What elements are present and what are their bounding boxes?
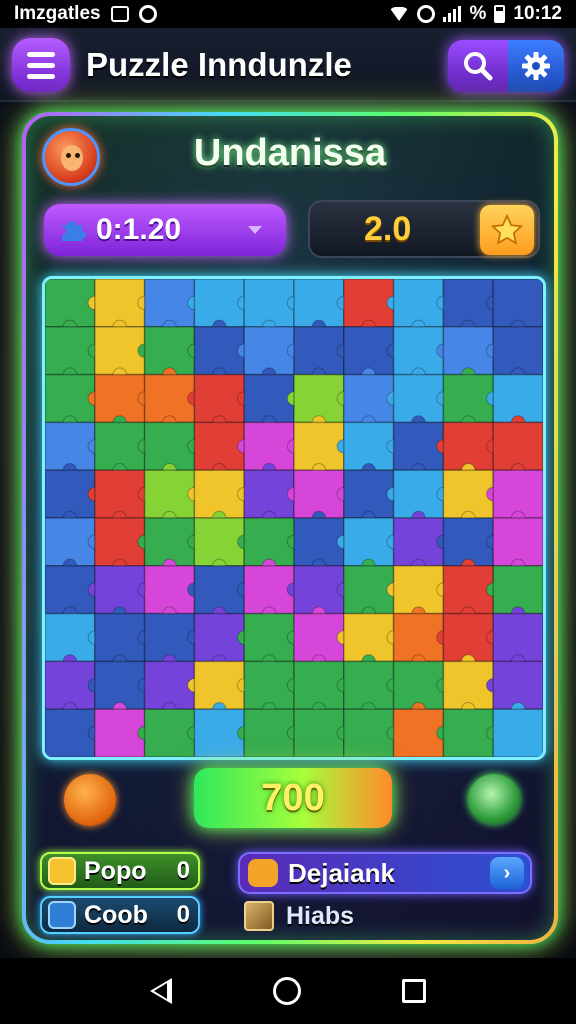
popo-count: 0 bbox=[176, 857, 190, 884]
recent-square-icon[interactable] bbox=[401, 979, 426, 1003]
popo-button[interactable]: Popo 0 bbox=[40, 852, 200, 890]
hints-button[interactable]: Hiabs bbox=[244, 898, 354, 934]
cup-icon[interactable] bbox=[468, 774, 520, 824]
level-score-value: 2.0 bbox=[364, 209, 412, 248]
home-circle-icon[interactable] bbox=[272, 977, 301, 1005]
hints-label: Hiabs bbox=[286, 901, 355, 930]
total-score-bar: 700 bbox=[194, 768, 392, 828]
map-icon bbox=[244, 901, 274, 931]
battery-icon bbox=[494, 5, 506, 23]
badge-icon bbox=[48, 857, 76, 885]
cat-icon bbox=[248, 859, 278, 887]
coob-count: 0 bbox=[176, 901, 190, 928]
timer-pill[interactable]: 0:1.20 bbox=[44, 204, 286, 256]
game-panel: Undanissa 0:1.20 2.0 700 Popo 0 Coob 0 D… bbox=[22, 112, 558, 944]
alarm-icon bbox=[417, 5, 436, 23]
board-gloss bbox=[45, 279, 543, 757]
status-time: 10:12 bbox=[513, 3, 562, 24]
popo-label: Popo bbox=[84, 856, 147, 885]
signal-icon bbox=[443, 6, 462, 22]
timer-value: 0:1.20 bbox=[96, 213, 182, 246]
game-screen: Imzgatles % 10:12 Puzzle Inndunzle Undan… bbox=[0, 0, 576, 1024]
battery-percent-sign: % bbox=[469, 3, 487, 24]
circle-notification-icon bbox=[138, 5, 157, 23]
coob-label: Coob bbox=[84, 900, 148, 929]
wifi-icon bbox=[389, 7, 410, 21]
app-bar: Puzzle Inndunzle bbox=[0, 28, 576, 102]
status-app-name: Imzgatles bbox=[14, 3, 101, 24]
star-icon[interactable] bbox=[480, 205, 534, 255]
arrow-right-icon[interactable]: › bbox=[490, 857, 524, 889]
app-title: Puzzle Inndunzle bbox=[86, 46, 352, 83]
total-score-value: 700 bbox=[261, 776, 325, 819]
card-icon bbox=[48, 901, 76, 929]
search-icon[interactable] bbox=[448, 40, 508, 92]
player-name: Undanissa bbox=[193, 132, 387, 174]
coob-button[interactable]: Coob 0 bbox=[40, 896, 200, 934]
coin-face-icon[interactable] bbox=[64, 774, 116, 826]
chevron-down-icon bbox=[248, 226, 262, 234]
back-triangle-icon[interactable] bbox=[150, 978, 173, 1004]
gallery-icon bbox=[110, 6, 129, 22]
daily-button[interactable]: Dejaiank › bbox=[238, 852, 532, 894]
daily-label: Dejaiank bbox=[288, 857, 395, 888]
gear-icon[interactable] bbox=[508, 40, 564, 92]
system-nav-bar bbox=[0, 958, 576, 1024]
level-score-pill: 2.0 bbox=[308, 200, 540, 258]
top-actions bbox=[448, 40, 564, 92]
hamburger-menu-icon[interactable] bbox=[12, 38, 70, 92]
puzzle-board[interactable] bbox=[42, 276, 546, 760]
status-bar: Imzgatles % 10:12 bbox=[0, 0, 576, 28]
puzzle-piece-icon bbox=[62, 221, 86, 241]
